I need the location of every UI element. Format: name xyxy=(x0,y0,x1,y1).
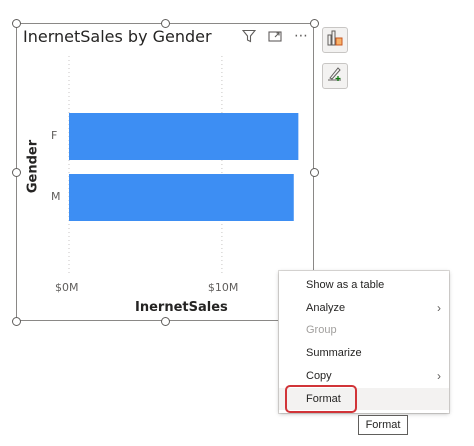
chevron-right-icon: › xyxy=(437,301,441,315)
menu-item-summarize[interactable]: Summarize xyxy=(279,342,449,364)
build-visual-button[interactable] xyxy=(322,27,348,53)
resize-handle-top-left[interactable] xyxy=(12,19,21,28)
menu-item-label: Summarize xyxy=(306,347,362,359)
menu-item-label: Analyze xyxy=(306,302,346,314)
x-tick-label: $10M xyxy=(207,281,239,294)
y-tick-label: F xyxy=(51,128,58,142)
build-visual-icon xyxy=(326,29,344,51)
bar-m[interactable] xyxy=(69,174,294,221)
menu-item-label: Show as a table xyxy=(306,279,385,291)
format-tooltip: Format xyxy=(358,415,408,435)
x-axis-label: InernetSales xyxy=(135,300,228,315)
format-highlight-outline xyxy=(285,385,357,413)
bar-chart-visual[interactable]: InernetSales by Gender ⋯ Gender F M $0M … xyxy=(16,23,314,321)
menu-item-analyze[interactable]: Analyze › xyxy=(279,297,449,319)
y-tick-label: M xyxy=(51,189,61,203)
format-visual-button[interactable] xyxy=(322,63,348,89)
resize-handle-bottom[interactable] xyxy=(161,317,170,326)
resize-handle-right[interactable] xyxy=(310,168,319,177)
format-visual-icon xyxy=(326,65,344,87)
menu-item-show-as-table[interactable]: Show as a table xyxy=(279,274,449,296)
resize-handle-bottom-left[interactable] xyxy=(12,317,21,326)
resize-handle-top-right[interactable] xyxy=(310,19,319,28)
chart-plot-area xyxy=(68,56,299,274)
menu-item-copy[interactable]: Copy › xyxy=(279,365,449,387)
y-axis-label: Gender xyxy=(25,139,41,194)
menu-item-group: Group xyxy=(279,319,449,341)
menu-item-label: Group xyxy=(306,324,337,336)
x-tick-label: $0M xyxy=(55,281,79,294)
bar-f[interactable] xyxy=(69,113,299,160)
resize-handle-top[interactable] xyxy=(161,19,170,28)
resize-handle-left[interactable] xyxy=(12,168,21,177)
menu-item-label: Copy xyxy=(306,370,332,382)
chevron-right-icon: › xyxy=(437,369,441,383)
